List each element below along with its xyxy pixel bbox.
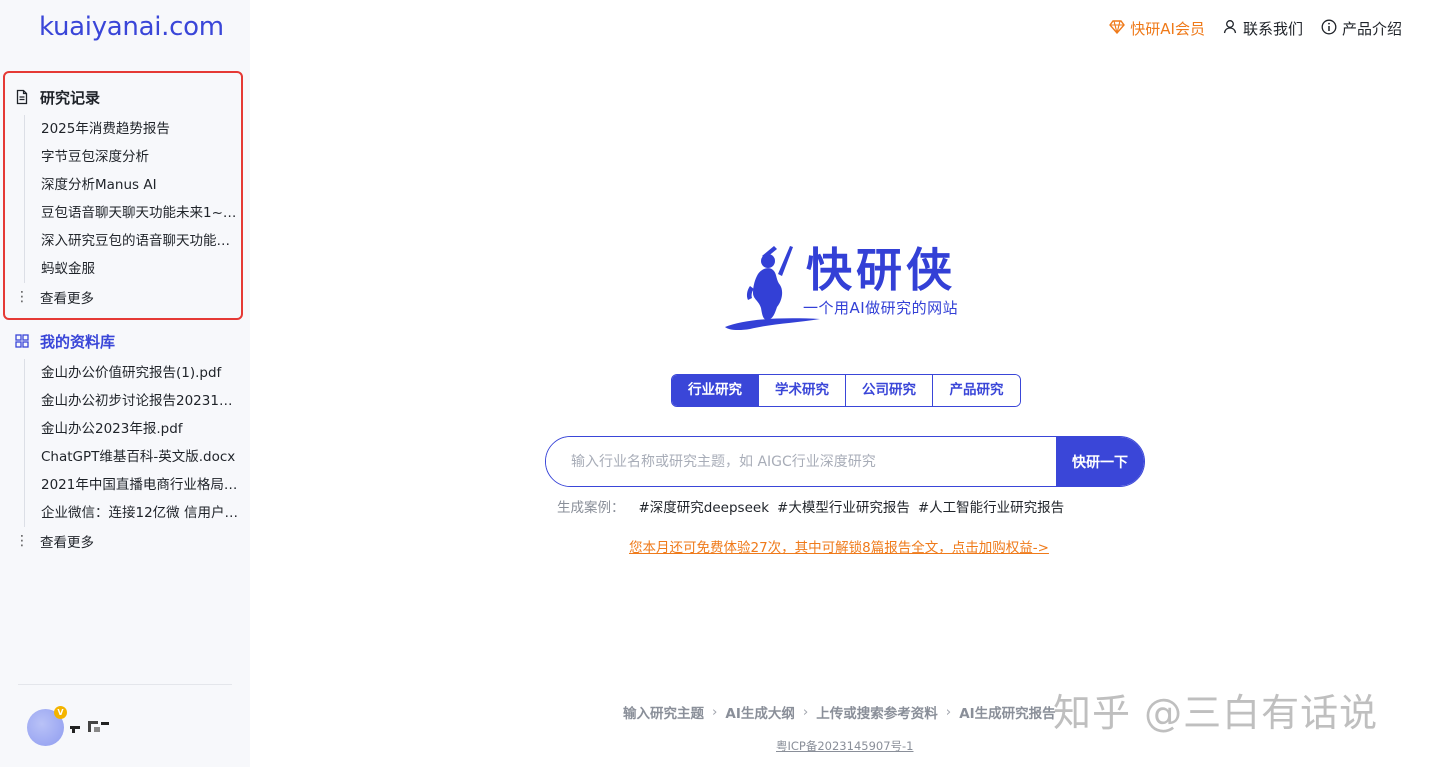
example-tag[interactable]: #人工智能行业研究报告: [918, 496, 1064, 516]
site-logo: 快研侠 一个用AI做研究的网站: [720, 234, 970, 334]
grid-icon: [14, 333, 30, 349]
research-records-header[interactable]: 研究记录: [14, 83, 241, 111]
example-tags: 生成案例： #深度研究deepseek #大模型行业研究报告 #人工智能行业研究…: [557, 496, 1064, 516]
more-vertical-icon: ⋮: [15, 289, 29, 305]
icp-license-link[interactable]: 粤ICP备2023145907号-1: [776, 738, 914, 754]
library-title: 我的资料库: [40, 332, 116, 351]
research-records-list: 2025年消费趋势报告 字节豆包深度分析 深度分析Manus AI 豆包语音聊天…: [24, 115, 241, 283]
chevron-right-icon: ›: [802, 704, 809, 720]
record-item[interactable]: 深度分析Manus AI: [41, 171, 241, 199]
logo-subtitle: 一个用AI做研究的网站: [803, 299, 959, 317]
library-file-item[interactable]: 金山办公价值研究报告(1).pdf: [41, 359, 241, 387]
promo-link[interactable]: 您本月还可免费体验27次，其中可解锁8篇报告全文，点击加购权益->: [629, 536, 1049, 556]
record-item[interactable]: 蚂蚁金服: [41, 255, 241, 283]
step-item: AI生成研究报告: [959, 706, 1056, 722]
workflow-steps: 输入研究主题 › AI生成大纲 › 上传或搜索参考资料 › AI生成研究报告: [623, 702, 1056, 722]
chevron-right-icon: ›: [712, 704, 718, 720]
library-file-item[interactable]: 2021年中国直播电商行业格局研究.pdf: [41, 471, 241, 499]
research-records-section: 研究记录 2025年消费趋势报告 字节豆包深度分析 深度分析Manus AI 豆…: [14, 83, 241, 311]
record-item[interactable]: 2025年消费趋势报告: [41, 115, 241, 143]
record-item[interactable]: 深入研究豆包的语音聊天功能的发展: [41, 227, 241, 255]
search-button[interactable]: 快研一下: [1056, 437, 1144, 486]
library-header[interactable]: 我的资料库: [14, 327, 241, 355]
library-file-item[interactable]: 企业微信：连接12亿微 信用户的企业服务.pdf: [41, 499, 241, 527]
sidebar-divider: [18, 684, 232, 685]
search-bar: 快研一下: [545, 436, 1145, 487]
examples-label: 生成案例：: [557, 500, 625, 516]
library-view-more[interactable]: ⋮ 查看更多: [14, 527, 241, 555]
logo-title: 快研侠: [806, 243, 956, 297]
brand-logo-text[interactable]: kuaiyanai.com: [39, 12, 224, 42]
about-link[interactable]: 产品介绍: [1321, 18, 1402, 39]
tab-academic[interactable]: 学术研究: [759, 375, 846, 406]
step-item: 上传或搜索参考资料: [816, 706, 938, 722]
vip-link-label: 快研AI会员: [1130, 20, 1205, 38]
contact-link-label: 联系我们: [1242, 20, 1303, 38]
tab-product[interactable]: 产品研究: [933, 375, 1020, 406]
research-type-tabs: 行业研究 学术研究 公司研究 产品研究: [671, 374, 1021, 407]
top-nav: 快研AI会员 联系我们 产品介绍: [1109, 18, 1402, 39]
tab-company[interactable]: 公司研究: [846, 375, 933, 406]
library-view-more-label: 查看更多: [40, 535, 94, 551]
chevron-right-icon: ›: [945, 704, 952, 720]
diamond-icon: [1109, 19, 1126, 38]
step-item: AI生成大纲: [725, 706, 795, 722]
sidebar: kuaiyanai.com 研究记录 2025年消费趋势报告 字节豆包深度分析 …: [0, 0, 250, 767]
watermark: 知乎 @三白有话说: [1053, 691, 1379, 735]
document-icon: [14, 89, 30, 105]
records-view-more-label: 查看更多: [40, 291, 94, 307]
tab-industry[interactable]: 行业研究: [672, 375, 759, 406]
library-section: 我的资料库 金山办公价值研究报告(1).pdf 金山办公初步讨论报告202310…: [14, 327, 241, 555]
records-view-more[interactable]: ⋮ 查看更多: [14, 283, 241, 311]
user-icon: [1223, 19, 1238, 38]
vip-badge: V: [54, 706, 67, 719]
library-list: 金山办公价值研究报告(1).pdf 金山办公初步讨论报告20231008.pdf…: [24, 359, 241, 527]
search-input[interactable]: [546, 437, 1056, 486]
username-redacted: [68, 718, 112, 734]
example-tag[interactable]: #深度研究deepseek: [639, 496, 770, 516]
about-link-label: 产品介绍: [1341, 20, 1402, 38]
example-tag[interactable]: #大模型行业研究报告: [777, 496, 910, 516]
library-file-item[interactable]: 金山办公2023年报.pdf: [41, 415, 241, 443]
contact-link[interactable]: 联系我们: [1223, 18, 1303, 39]
vip-link[interactable]: 快研AI会员: [1109, 18, 1205, 39]
record-item[interactable]: 字节豆包深度分析: [41, 143, 241, 171]
library-file-item[interactable]: ChatGPT维基百科-英文版.docx: [41, 443, 241, 471]
info-icon: [1321, 19, 1337, 39]
more-vertical-icon: ⋮: [15, 533, 29, 549]
library-file-item[interactable]: 金山办公初步讨论报告20231008.pdf: [41, 387, 241, 415]
research-records-title: 研究记录: [40, 88, 101, 107]
step-item: 输入研究主题: [623, 706, 704, 722]
record-item[interactable]: 豆包语音聊天聊天功能未来1~3年的发展趋势: [41, 199, 241, 227]
